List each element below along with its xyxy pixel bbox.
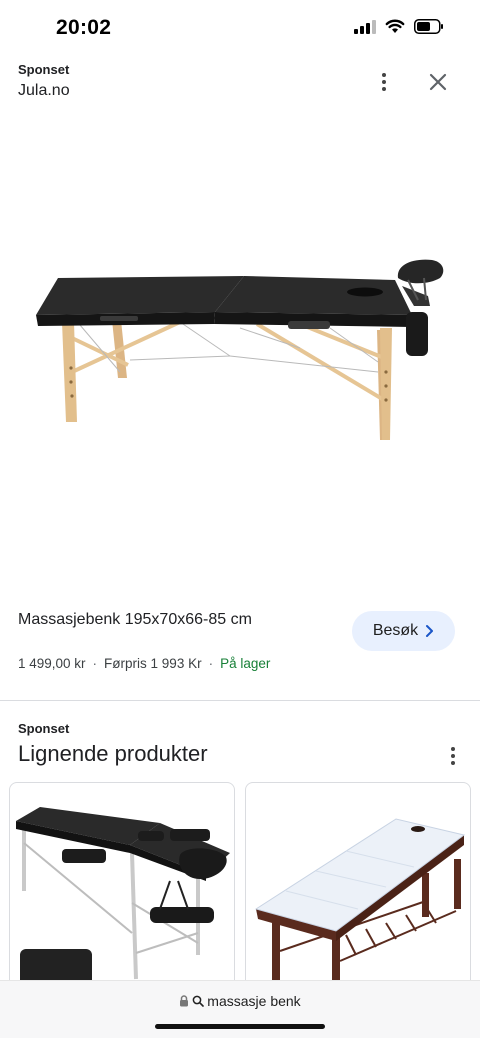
search-icon bbox=[192, 995, 205, 1007]
price: 1 499,00 kr bbox=[18, 656, 86, 671]
status-time: 20:02 bbox=[56, 16, 112, 39]
massage-table-image[interactable] bbox=[0, 110, 480, 590]
home-indicator bbox=[155, 1024, 325, 1029]
separator: · bbox=[208, 656, 214, 671]
wifi-icon bbox=[385, 19, 405, 33]
visit-button-label: Besøk bbox=[372, 622, 419, 639]
url-field[interactable]: massasje benk bbox=[0, 993, 480, 1009]
divider bbox=[0, 700, 480, 701]
more-vert-icon[interactable] bbox=[441, 744, 465, 768]
previous-price: Førpris 1 993 Kr bbox=[104, 656, 202, 671]
close-icon[interactable] bbox=[426, 70, 450, 94]
seller-name[interactable]: Jula.no bbox=[18, 82, 70, 100]
status-icons bbox=[354, 19, 444, 34]
black-massage-table-image bbox=[16, 807, 230, 991]
more-vert-icon[interactable] bbox=[372, 68, 396, 96]
lock-icon bbox=[180, 995, 189, 1007]
visit-button[interactable]: Besøk bbox=[352, 611, 455, 651]
url-text: massasje benk bbox=[207, 993, 301, 1009]
similar-product-card[interactable] bbox=[245, 782, 471, 992]
separator: · bbox=[92, 656, 98, 671]
status-bar: 20:02 bbox=[0, 0, 480, 56]
price-row: 1 499,00 kr · Førpris 1 993 Kr · På lage… bbox=[18, 656, 270, 671]
similar-product-card[interactable] bbox=[9, 782, 235, 992]
chevron-right-icon bbox=[426, 625, 434, 637]
product-title[interactable]: Massasjebenk 195x70x66-85 cm bbox=[18, 611, 252, 629]
stock-status: På lager bbox=[220, 656, 271, 671]
similar-products-title: Lignende produkter bbox=[18, 741, 208, 766]
cellular-signal-icon bbox=[354, 19, 376, 34]
similar-sponsored-label: Sponset bbox=[18, 721, 70, 736]
sponsored-label: Sponset bbox=[18, 62, 70, 77]
bottom-address-bar[interactable]: massasje benk bbox=[0, 980, 480, 1038]
ad-header: Sponset Jula.no bbox=[18, 62, 70, 100]
battery-icon bbox=[414, 19, 443, 34]
white-sheet-massage-bed-image bbox=[254, 818, 466, 981]
